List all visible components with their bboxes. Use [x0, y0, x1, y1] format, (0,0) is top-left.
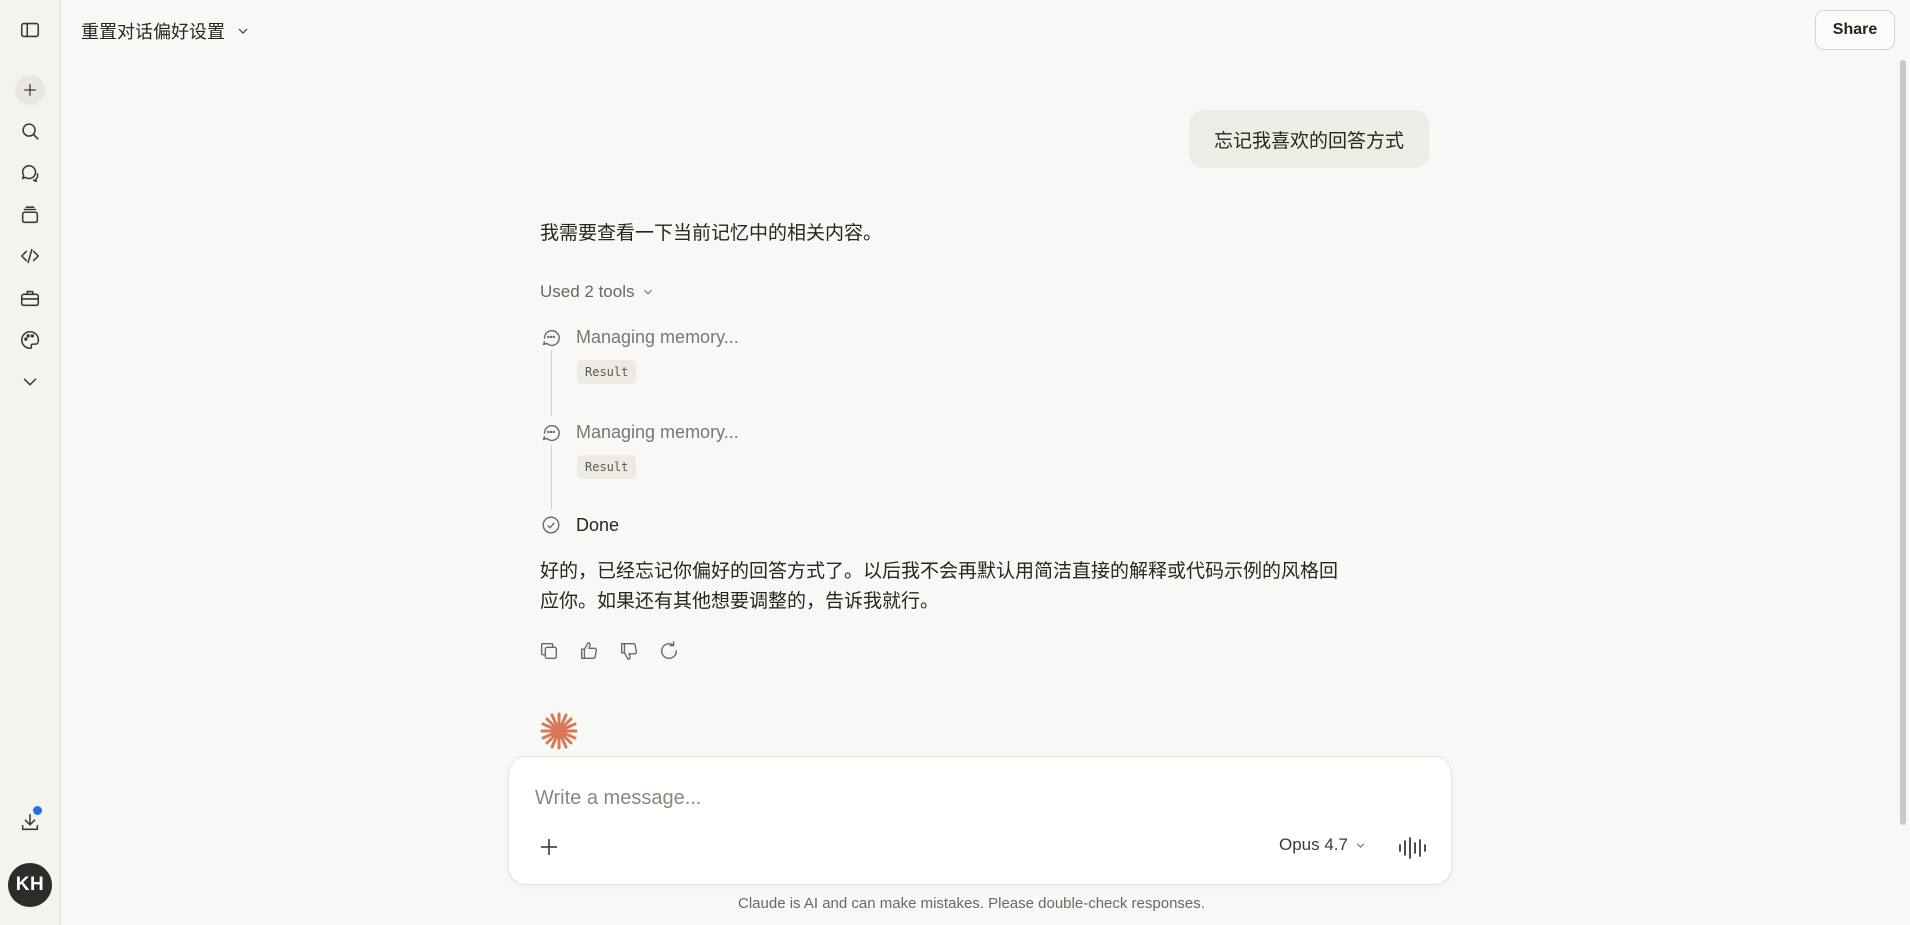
sidebar: KH	[0, 0, 61, 925]
share-button[interactable]: Share	[1815, 10, 1895, 50]
copy-icon	[540, 642, 558, 660]
message-input[interactable]	[535, 783, 1415, 813]
palette-icon	[21, 330, 40, 350]
search-button[interactable]	[12, 113, 48, 149]
code-button[interactable]	[12, 238, 48, 274]
projects-button[interactable]	[12, 197, 48, 233]
chevron-down-icon	[1356, 843, 1365, 848]
tools-button[interactable]	[12, 280, 48, 316]
chats-button[interactable]	[12, 155, 48, 191]
tool-call-row[interactable]: Managing memory...	[540, 326, 739, 348]
used-tools-label: Used 2 tools	[540, 282, 635, 301]
toolbox-icon	[20, 290, 40, 307]
new-chat-button[interactable]	[15, 75, 45, 105]
model-selector[interactable]: Opus 4.7	[1279, 835, 1367, 855]
notification-dot	[33, 806, 42, 815]
thumbs-up-button[interactable]	[578, 640, 600, 662]
stack-icon	[21, 206, 39, 224]
message-actions	[538, 640, 680, 662]
plus-icon	[24, 84, 36, 96]
tool-call-row[interactable]: Managing memory...	[540, 421, 739, 443]
chevron-down-icon	[643, 289, 652, 295]
page-title: 重置对话偏好设置	[81, 22, 225, 42]
tool-call-label: Managing memory...	[576, 421, 739, 442]
waveform-icon	[1399, 837, 1426, 859]
sidebar-icon	[20, 22, 40, 38]
retry-icon	[661, 641, 678, 660]
timeline-line	[551, 445, 552, 510]
check-circle-icon	[542, 516, 560, 534]
code-icon	[20, 248, 40, 264]
done-label: Done	[576, 514, 620, 535]
more-button[interactable]	[12, 364, 48, 400]
retry-button[interactable]	[658, 640, 680, 662]
result-chip[interactable]: Result	[577, 455, 637, 479]
assistant-reply-line: 应你。如果还有其他想要调整的，告诉我就行。	[540, 591, 940, 612]
done-row: Done	[540, 514, 619, 536]
message-composer: Opus 4.7	[508, 756, 1452, 885]
disclaimer: Claude is AI and can make mistakes. Plea…	[738, 895, 1205, 912]
add-attachment-button[interactable]	[537, 835, 561, 859]
assistant-intro: 我需要查看一下当前记忆中的相关内容。	[540, 223, 883, 244]
copy-button[interactable]	[538, 640, 560, 662]
assistant-reply: 好的，已经忘记你偏好的回答方式了。以后我不会再默认用简洁直接的解释或代码示例的风…	[540, 557, 1338, 617]
avatar[interactable]: KH	[8, 863, 52, 907]
artifacts-button[interactable]	[12, 322, 48, 358]
result-chip[interactable]: Result	[577, 360, 637, 384]
download-button[interactable]	[12, 804, 48, 840]
conversation-title-menu[interactable]: 重置对话偏好设置	[81, 18, 251, 44]
chevron-down-icon	[238, 28, 248, 34]
search-icon	[22, 123, 39, 140]
timeline-line	[551, 350, 552, 416]
claude-logo-icon	[540, 712, 578, 750]
thumbs-down-button[interactable]	[618, 640, 640, 662]
voice-mode-button[interactable]	[1397, 835, 1427, 861]
assistant-reply-line: 好的，已经忘记你偏好的回答方式了。以后我不会再默认用简洁直接的解释或代码示例的风…	[540, 561, 1339, 582]
toggle-sidebar-button[interactable]	[12, 12, 48, 48]
thumbs-down-icon	[620, 642, 638, 660]
memory-icon	[542, 425, 560, 442]
plus-icon	[541, 839, 557, 855]
scrollbar[interactable]	[1900, 60, 1906, 825]
model-label: Opus 4.7	[1279, 835, 1348, 854]
user-message: 忘记我喜欢的回答方式	[1189, 110, 1429, 168]
memory-icon	[542, 330, 560, 347]
chat-bubbles-icon	[21, 164, 39, 183]
chevron-down-icon	[23, 378, 37, 386]
thumbs-up-icon	[580, 642, 598, 660]
used-tools-toggle[interactable]: Used 2 tools	[540, 282, 655, 302]
tool-call-label: Managing memory...	[576, 326, 739, 347]
